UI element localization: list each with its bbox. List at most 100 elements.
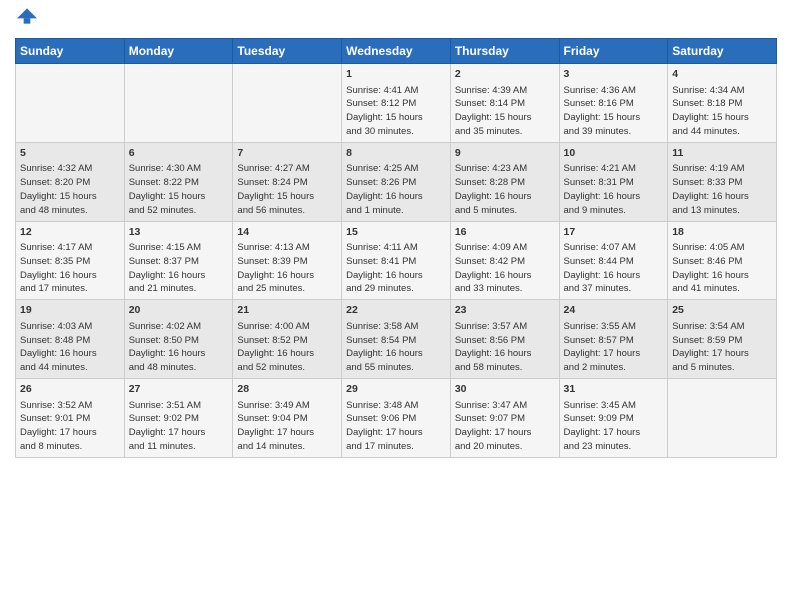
calendar-cell: 28 Sunrise: 3:49 AM Sunset: 9:04 PM Dayli… (233, 379, 342, 458)
col-header-friday: Friday (559, 39, 668, 64)
cell-content: Sunrise: 4:25 AM Sunset: 8:26 PM Dayligh… (346, 162, 446, 217)
page: SundayMondayTuesdayWednesdayThursdayFrid… (0, 0, 792, 612)
day-number: 26 (20, 382, 120, 397)
calendar-cell: 30 Sunrise: 3:47 AM Sunset: 9:07 PM Dayli… (450, 379, 559, 458)
cell-content: Sunrise: 4:27 AM Sunset: 8:24 PM Dayligh… (237, 162, 337, 217)
day-number: 12 (20, 225, 120, 240)
cell-content: Sunrise: 4:21 AM Sunset: 8:31 PM Dayligh… (564, 162, 664, 217)
day-number: 25 (672, 303, 772, 318)
calendar-cell: 20 Sunrise: 4:02 AM Sunset: 8:50 PM Dayli… (124, 300, 233, 379)
day-number: 1 (346, 67, 446, 82)
cell-content: Sunrise: 4:34 AM Sunset: 8:18 PM Dayligh… (672, 84, 772, 139)
day-number: 28 (237, 382, 337, 397)
calendar-cell: 22 Sunrise: 3:58 AM Sunset: 8:54 PM Dayli… (342, 300, 451, 379)
calendar-cell: 2 Sunrise: 4:39 AM Sunset: 8:14 PM Daylig… (450, 64, 559, 143)
calendar-table: SundayMondayTuesdayWednesdayThursdayFrid… (15, 38, 777, 458)
day-number: 19 (20, 303, 120, 318)
calendar-cell: 12Sunrise: 4:17 AM Sunset: 8:35 PM Dayli… (16, 221, 125, 300)
calendar-row: 26 Sunrise: 3:52 AM Sunset: 9:01 PM Dayli… (16, 379, 777, 458)
cell-content: Sunrise: 4:41 AM Sunset: 8:12 PM Dayligh… (346, 84, 446, 139)
calendar-cell: 24 Sunrise: 3:55 AM Sunset: 8:57 PM Dayli… (559, 300, 668, 379)
day-number: 24 (564, 303, 664, 318)
day-number: 27 (129, 382, 229, 397)
calendar-cell: 11Sunrise: 4:19 AM Sunset: 8:33 PM Dayli… (668, 142, 777, 221)
calendar-cell: 29Sunrise: 3:48 AM Sunset: 9:06 PM Dayli… (342, 379, 451, 458)
day-number: 20 (129, 303, 229, 318)
calendar-cell: 27Sunrise: 3:51 AM Sunset: 9:02 PM Dayli… (124, 379, 233, 458)
calendar-cell: 13Sunrise: 4:15 AM Sunset: 8:37 PM Dayli… (124, 221, 233, 300)
day-number: 22 (346, 303, 446, 318)
day-number: 16 (455, 225, 555, 240)
cell-content: Sunrise: 3:57 AM Sunset: 8:56 PM Dayligh… (455, 320, 555, 375)
calendar-cell: 14Sunrise: 4:13 AM Sunset: 8:39 PM Dayli… (233, 221, 342, 300)
calendar-cell: 5Sunrise: 4:32 AM Sunset: 8:20 PM Daylig… (16, 142, 125, 221)
calendar-cell: 25Sunrise: 3:54 AM Sunset: 8:59 PM Dayli… (668, 300, 777, 379)
calendar-cell (16, 64, 125, 143)
day-number: 13 (129, 225, 229, 240)
day-number: 15 (346, 225, 446, 240)
cell-content: Sunrise: 4:36 AM Sunset: 8:16 PM Dayligh… (564, 84, 664, 139)
cell-content: Sunrise: 4:09 AM Sunset: 8:42 PM Dayligh… (455, 241, 555, 296)
day-number: 8 (346, 146, 446, 161)
calendar-cell: 1 Sunrise: 4:41 AM Sunset: 8:12 PM Daylig… (342, 64, 451, 143)
calendar-cell: 31 Sunrise: 3:45 AM Sunset: 9:09 PM Dayli… (559, 379, 668, 458)
calendar-cell: 8Sunrise: 4:25 AM Sunset: 8:26 PM Daylig… (342, 142, 451, 221)
cell-content: Sunrise: 4:32 AM Sunset: 8:20 PM Dayligh… (20, 162, 120, 217)
col-header-thursday: Thursday (450, 39, 559, 64)
cell-content: Sunrise: 3:55 AM Sunset: 8:57 PM Dayligh… (564, 320, 664, 375)
day-number: 4 (672, 67, 772, 82)
day-number: 30 (455, 382, 555, 397)
calendar-row: 19Sunrise: 4:03 AM Sunset: 8:48 PM Dayli… (16, 300, 777, 379)
day-number: 21 (237, 303, 337, 318)
col-header-monday: Monday (124, 39, 233, 64)
calendar-cell: 18Sunrise: 4:05 AM Sunset: 8:46 PM Dayli… (668, 221, 777, 300)
calendar-cell: 9Sunrise: 4:23 AM Sunset: 8:28 PM Daylig… (450, 142, 559, 221)
cell-content: Sunrise: 4:30 AM Sunset: 8:22 PM Dayligh… (129, 162, 229, 217)
calendar-cell: 4 Sunrise: 4:34 AM Sunset: 8:18 PM Daylig… (668, 64, 777, 143)
day-number: 6 (129, 146, 229, 161)
calendar-cell: 3 Sunrise: 4:36 AM Sunset: 8:16 PM Daylig… (559, 64, 668, 143)
col-header-saturday: Saturday (668, 39, 777, 64)
calendar-cell: 19Sunrise: 4:03 AM Sunset: 8:48 PM Dayli… (16, 300, 125, 379)
cell-content: Sunrise: 4:39 AM Sunset: 8:14 PM Dayligh… (455, 84, 555, 139)
header (15, 10, 777, 30)
cell-content: Sunrise: 4:05 AM Sunset: 8:46 PM Dayligh… (672, 241, 772, 296)
header-row: SundayMondayTuesdayWednesdayThursdayFrid… (16, 39, 777, 64)
col-header-tuesday: Tuesday (233, 39, 342, 64)
calendar-cell (124, 64, 233, 143)
day-number: 17 (564, 225, 664, 240)
cell-content: Sunrise: 4:11 AM Sunset: 8:41 PM Dayligh… (346, 241, 446, 296)
day-number: 10 (564, 146, 664, 161)
calendar-row: 12Sunrise: 4:17 AM Sunset: 8:35 PM Dayli… (16, 221, 777, 300)
calendar-cell: 6Sunrise: 4:30 AM Sunset: 8:22 PM Daylig… (124, 142, 233, 221)
day-number: 14 (237, 225, 337, 240)
day-number: 31 (564, 382, 664, 397)
cell-content: Sunrise: 4:17 AM Sunset: 8:35 PM Dayligh… (20, 241, 120, 296)
day-number: 2 (455, 67, 555, 82)
day-number: 11 (672, 146, 772, 161)
calendar-cell (668, 379, 777, 458)
calendar-cell: 17Sunrise: 4:07 AM Sunset: 8:44 PM Dayli… (559, 221, 668, 300)
cell-content: Sunrise: 3:58 AM Sunset: 8:54 PM Dayligh… (346, 320, 446, 375)
col-header-sunday: Sunday (16, 39, 125, 64)
day-number: 29 (346, 382, 446, 397)
cell-content: Sunrise: 3:49 AM Sunset: 9:04 PM Dayligh… (237, 399, 337, 454)
day-number: 5 (20, 146, 120, 161)
calendar-cell: 16Sunrise: 4:09 AM Sunset: 8:42 PM Dayli… (450, 221, 559, 300)
cell-content: Sunrise: 3:45 AM Sunset: 9:09 PM Dayligh… (564, 399, 664, 454)
cell-content: Sunrise: 4:23 AM Sunset: 8:28 PM Dayligh… (455, 162, 555, 217)
cell-content: Sunrise: 3:52 AM Sunset: 9:01 PM Dayligh… (20, 399, 120, 454)
calendar-row: 5Sunrise: 4:32 AM Sunset: 8:20 PM Daylig… (16, 142, 777, 221)
day-number: 3 (564, 67, 664, 82)
day-number: 23 (455, 303, 555, 318)
cell-content: Sunrise: 4:15 AM Sunset: 8:37 PM Dayligh… (129, 241, 229, 296)
cell-content: Sunrise: 4:02 AM Sunset: 8:50 PM Dayligh… (129, 320, 229, 375)
col-header-wednesday: Wednesday (342, 39, 451, 64)
calendar-cell: 23 Sunrise: 3:57 AM Sunset: 8:56 PM Dayli… (450, 300, 559, 379)
day-number: 7 (237, 146, 337, 161)
calendar-cell: 7Sunrise: 4:27 AM Sunset: 8:24 PM Daylig… (233, 142, 342, 221)
calendar-cell: 10Sunrise: 4:21 AM Sunset: 8:31 PM Dayli… (559, 142, 668, 221)
day-number: 9 (455, 146, 555, 161)
cell-content: Sunrise: 3:47 AM Sunset: 9:07 PM Dayligh… (455, 399, 555, 454)
calendar-cell (233, 64, 342, 143)
